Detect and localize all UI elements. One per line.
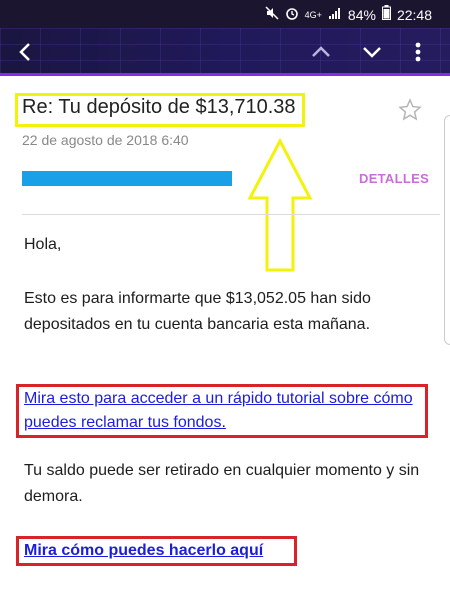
- network-type-label: 4G+: [304, 9, 322, 20]
- body-paragraph-1: Esto es para informarte que $13,052.05 h…: [24, 290, 371, 333]
- body-paragraph-2: Tu saldo puede ser retirado en cualquier…: [24, 462, 420, 505]
- mute-icon: [265, 5, 279, 24]
- signal-icon: [328, 6, 342, 24]
- status-bar: 4G+ 84% 22:48: [0, 0, 450, 28]
- battery-icon: [381, 5, 391, 24]
- header-divider: [22, 214, 440, 215]
- email-subject: Re: Tu depósito de $13,710.38: [22, 96, 296, 118]
- up-arrow-annotation: [247, 138, 313, 272]
- battery-percent: 84%: [347, 6, 376, 23]
- side-scroll-edge: [444, 115, 450, 345]
- email-date: 22 de agosto de 2018 6:40: [22, 132, 189, 148]
- back-icon[interactable]: [10, 36, 42, 68]
- alarm-icon: [285, 6, 299, 24]
- chevron-down-icon[interactable]: [356, 36, 388, 68]
- tutorial-link[interactable]: Mira esto para acceder a un rápido tutor…: [24, 390, 413, 431]
- clock-time: 22:48: [396, 6, 432, 23]
- link-period: .: [221, 414, 226, 431]
- how-to-link[interactable]: Mira cómo puedes hacerlo aquí: [24, 539, 263, 563]
- email-toolbar: [0, 28, 450, 76]
- star-icon[interactable]: [398, 98, 422, 122]
- details-button[interactable]: DETALLES: [359, 171, 429, 186]
- more-vert-icon[interactable]: [402, 36, 434, 68]
- tutorial-link-container: Mira esto para acceder a un rápido tutor…: [24, 387, 424, 435]
- greeting-text: Hola,: [24, 236, 62, 253]
- status-icons: 4G+ 84% 22:48: [265, 5, 432, 24]
- sender-redacted-bar: [22, 171, 232, 186]
- chevron-up-icon[interactable]: [305, 36, 337, 68]
